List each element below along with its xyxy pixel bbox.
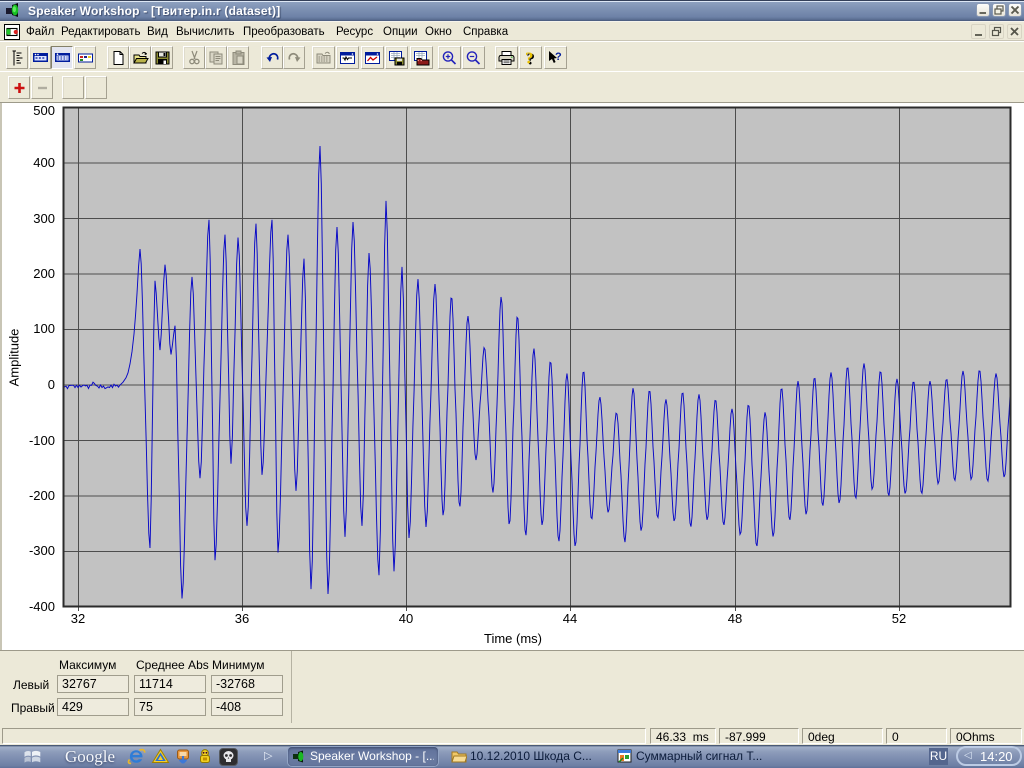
svg-text:?: ? xyxy=(555,51,562,63)
svg-text:?: ? xyxy=(525,50,534,66)
